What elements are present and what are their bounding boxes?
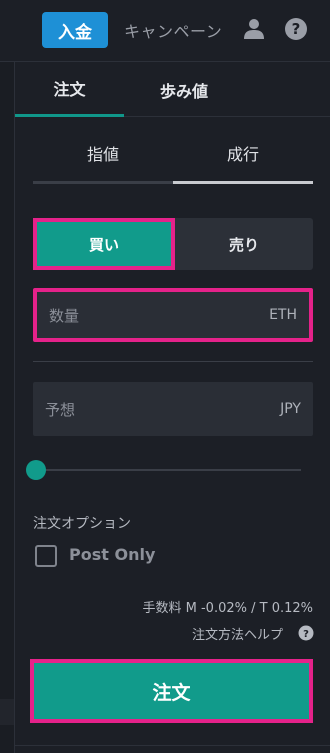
campaign-link[interactable]: キャンペーン bbox=[124, 18, 222, 42]
left-side-strip bbox=[0, 62, 15, 753]
buy-button[interactable]: 買い bbox=[33, 218, 175, 270]
help-icon[interactable]: ? bbox=[284, 17, 308, 41]
order-options-label: 注文オプション bbox=[33, 516, 131, 532]
estimate-unit: JPY bbox=[280, 401, 301, 417]
tab-order[interactable]: 注文 bbox=[15, 62, 124, 117]
estimate-placeholder: 予想 bbox=[45, 400, 76, 419]
deposit-button[interactable]: 入金 bbox=[42, 12, 108, 48]
amount-slider-track[interactable] bbox=[37, 469, 301, 471]
top-header: 入金 キャンペーン ? bbox=[0, 0, 330, 62]
post-only-label[interactable]: Post Only bbox=[69, 545, 155, 564]
submit-order-button[interactable]: 注文 bbox=[30, 659, 313, 723]
svg-text:?: ? bbox=[292, 20, 301, 38]
quantity-unit: ETH bbox=[269, 307, 297, 323]
quantity-input[interactable]: 数量 ETH bbox=[33, 288, 313, 342]
user-icon[interactable] bbox=[243, 18, 265, 40]
amount-slider-handle[interactable] bbox=[26, 460, 46, 480]
order-type-tabs: 指値 成行 bbox=[33, 124, 313, 184]
left-strip-marker bbox=[0, 699, 14, 725]
fee-info: 手数料 M -0.02% / T 0.12% bbox=[142, 601, 314, 616]
bottom-divider bbox=[15, 745, 330, 746]
sell-button[interactable]: 売り bbox=[175, 218, 313, 270]
svg-text:?: ? bbox=[303, 629, 309, 640]
order-help-link[interactable]: 注文方法ヘルプ bbox=[192, 624, 283, 643]
quantity-placeholder: 数量 bbox=[49, 306, 80, 325]
tab-market-order[interactable]: 成行 bbox=[173, 124, 313, 184]
order-panel: 注文 歩み値 指値 成行 買い 売り 数量 ETH 予想 JPY 注文オプション… bbox=[15, 62, 330, 753]
tab-trade-history[interactable]: 歩み値 bbox=[124, 62, 244, 117]
tab-limit-order[interactable]: 指値 bbox=[33, 124, 173, 184]
estimate-input[interactable]: 予想 JPY bbox=[33, 382, 313, 436]
post-only-checkbox[interactable] bbox=[35, 545, 57, 567]
divider bbox=[33, 361, 313, 362]
panel-tabs: 注文 歩み値 bbox=[15, 62, 330, 117]
help-icon[interactable]: ? bbox=[298, 625, 314, 641]
